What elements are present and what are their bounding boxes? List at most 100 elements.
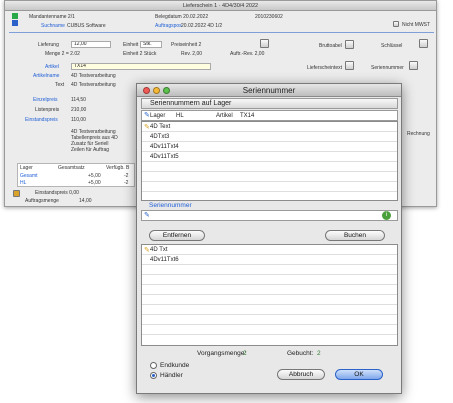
mandant-label: Mandantenname 2/1 xyxy=(29,14,75,20)
background-window-title: Lieferschein 1 · 4D4/30/4 2022 xyxy=(5,1,436,11)
lager-row-avail: -2 xyxy=(124,180,129,186)
empty-row xyxy=(142,182,397,192)
einstandspreis-value: 110,00 xyxy=(71,117,86,123)
artikel-label: Artikel xyxy=(216,113,233,119)
description-line-4: Zeilen für Auftrag xyxy=(71,147,110,153)
nicht-mwst-label: Nicht MWST xyxy=(402,22,431,28)
vorgangsmenge-label: Vorgangsmenge: xyxy=(197,350,247,357)
gebucht-value: 2 xyxy=(317,350,321,357)
list-item[interactable]: 4Dv11Txt5 xyxy=(142,152,397,162)
empty-row xyxy=(142,315,397,325)
rechnung-label: Rechnung xyxy=(407,131,430,137)
artikelname-value: 4D Testverarbeitung xyxy=(71,73,116,79)
belegdatum-label: Belegdatum 20.02.2022 xyxy=(155,14,209,20)
lieferung-label: Lieferung xyxy=(38,42,59,48)
nicht-mwst-checkbox[interactable] xyxy=(393,21,399,27)
suchname-label: Suchname xyxy=(41,23,65,29)
lager-row-avail: -2 xyxy=(124,173,129,179)
empty-row xyxy=(142,172,397,182)
artikel-field[interactable]: TX14 xyxy=(71,63,211,70)
pencil-icon: ✎ xyxy=(144,112,150,119)
preiseinheit-label: Preiseinheit 2 xyxy=(171,42,202,48)
einheit-label: Einheit xyxy=(123,42,139,48)
stock-serial-list[interactable]: ✎ 4D Text 4DTxt3 4Dv11Txt4 4Dv11Txt5 xyxy=(141,121,398,201)
einstandspreis-label: Einstandspreis xyxy=(25,117,58,123)
haendler-radio[interactable] xyxy=(150,372,157,379)
artikel-value: TX14 xyxy=(240,113,255,119)
booked-serial-list[interactable]: ✎ 4D Txt 4Dv11Txt6 xyxy=(141,244,398,346)
key-icon[interactable] xyxy=(419,39,428,48)
lager-row-name[interactable]: HL xyxy=(20,180,26,186)
text-label: Text xyxy=(55,82,65,88)
auftragspos-value: 20.02.2022 4D 1/2 xyxy=(181,23,223,29)
verfuegbar-col-header: Verfügb. B xyxy=(106,165,130,171)
info-icon[interactable]: i xyxy=(382,211,391,220)
endkunde-radio[interactable] xyxy=(150,362,157,369)
list-item[interactable]: 4D Txt xyxy=(142,245,397,255)
empty-row xyxy=(142,325,397,335)
calculator-icon[interactable] xyxy=(260,39,269,48)
auftr-rev-label: Auftr.-Rev. 2,00 xyxy=(230,51,265,57)
lieferscheintext-icon[interactable] xyxy=(345,61,354,70)
lieferung-field[interactable]: 12,00 xyxy=(71,41,111,48)
lager-label: Lager xyxy=(150,113,166,119)
listenpreis-value: 210,00 xyxy=(71,107,87,113)
lager-value: HL xyxy=(176,113,184,119)
brutto-icon[interactable] xyxy=(345,40,354,49)
einstandspreis2-label: Einstandspreis 0,00 xyxy=(35,190,79,196)
status-indicator-green xyxy=(12,13,18,19)
list-item[interactable]: 4DTxt3 xyxy=(142,132,397,142)
list-item[interactable]: 4Dv11Txt4 xyxy=(142,142,397,152)
box-icon xyxy=(13,190,20,197)
einheit2-label: Einheit 2 Stück xyxy=(123,51,157,57)
haendler-label: Händler xyxy=(160,372,183,379)
schlüssel-label: Schlüssel xyxy=(381,43,403,49)
abbruch-button[interactable]: Abbruch xyxy=(277,369,325,380)
gebucht-label: Gebucht: xyxy=(287,350,314,357)
lager-row-qty: +5,00 xyxy=(88,180,101,186)
lager-row-name[interactable]: Gesamt xyxy=(20,173,38,179)
dialog-title: Seriennummer xyxy=(242,86,296,95)
serial-input[interactable]: ✎ xyxy=(141,210,398,221)
seriennummer-icon[interactable] xyxy=(409,61,418,70)
lager-col-header: Lager xyxy=(20,165,33,171)
empty-row xyxy=(142,295,397,305)
listenpreis-label: Listenpreis xyxy=(35,107,60,113)
stock-section-title: Seriennummern auf Lager xyxy=(150,100,232,107)
empty-row xyxy=(142,275,397,285)
status-indicator-blue xyxy=(12,20,18,26)
bruttoeinkauf-label: Bruttoabel xyxy=(319,43,342,49)
buchen-button[interactable]: Buchen xyxy=(325,230,385,241)
empty-row xyxy=(142,285,397,295)
list-item[interactable]: 4D Text xyxy=(142,122,397,132)
beleg-number: 2010230602 xyxy=(255,14,283,20)
gesamtsatz-col-header: Gesamtsatz xyxy=(58,165,85,171)
lieferscheintext-label: Lieferscheintext xyxy=(307,65,343,71)
empty-row xyxy=(142,162,397,172)
lager-artikel-bar: ✎ Lager HL Artikel TX14 xyxy=(141,110,398,121)
header-divider xyxy=(9,32,434,33)
rev-label: Rev. 2,00 xyxy=(181,51,203,57)
vorgangsmenge-value: 2 xyxy=(243,350,247,357)
endkunde-label: Endkunde xyxy=(160,362,190,369)
artikel-label: Artikel xyxy=(45,64,59,70)
empty-row xyxy=(142,305,397,315)
einzelpreis-label: Einzelpreis xyxy=(33,97,58,103)
stock-section-header: Seriennummern auf Lager xyxy=(141,98,398,109)
list-item[interactable]: 4Dv11Txt6 xyxy=(142,255,397,265)
dialog-titlebar: Seriennummer xyxy=(137,84,401,97)
entfernen-button[interactable]: Entfernen xyxy=(149,230,205,241)
ok-button[interactable]: OK xyxy=(335,369,383,380)
text-value: 4D Testverarbeitung xyxy=(71,82,116,88)
pencil-icon: ✎ xyxy=(144,212,150,219)
einheit-select[interactable]: Stk. xyxy=(140,41,162,48)
auftragspos-label: Auftragspos xyxy=(155,23,182,29)
empty-row xyxy=(142,265,397,275)
lager-row-qty: +5,00 xyxy=(88,173,101,179)
auftragsmenge-label: Auftragsmenge xyxy=(25,198,59,204)
artikelname-label: Artikelname xyxy=(33,73,60,79)
einzelpreis-value: 114,50 xyxy=(71,97,86,103)
seriennummer-dialog: Seriennummer Seriennummern auf Lager ✎ L… xyxy=(136,83,402,394)
seriennummer-btn-label: Seriennummer xyxy=(371,65,404,71)
serial-section-title: Seriennummer xyxy=(149,202,192,209)
